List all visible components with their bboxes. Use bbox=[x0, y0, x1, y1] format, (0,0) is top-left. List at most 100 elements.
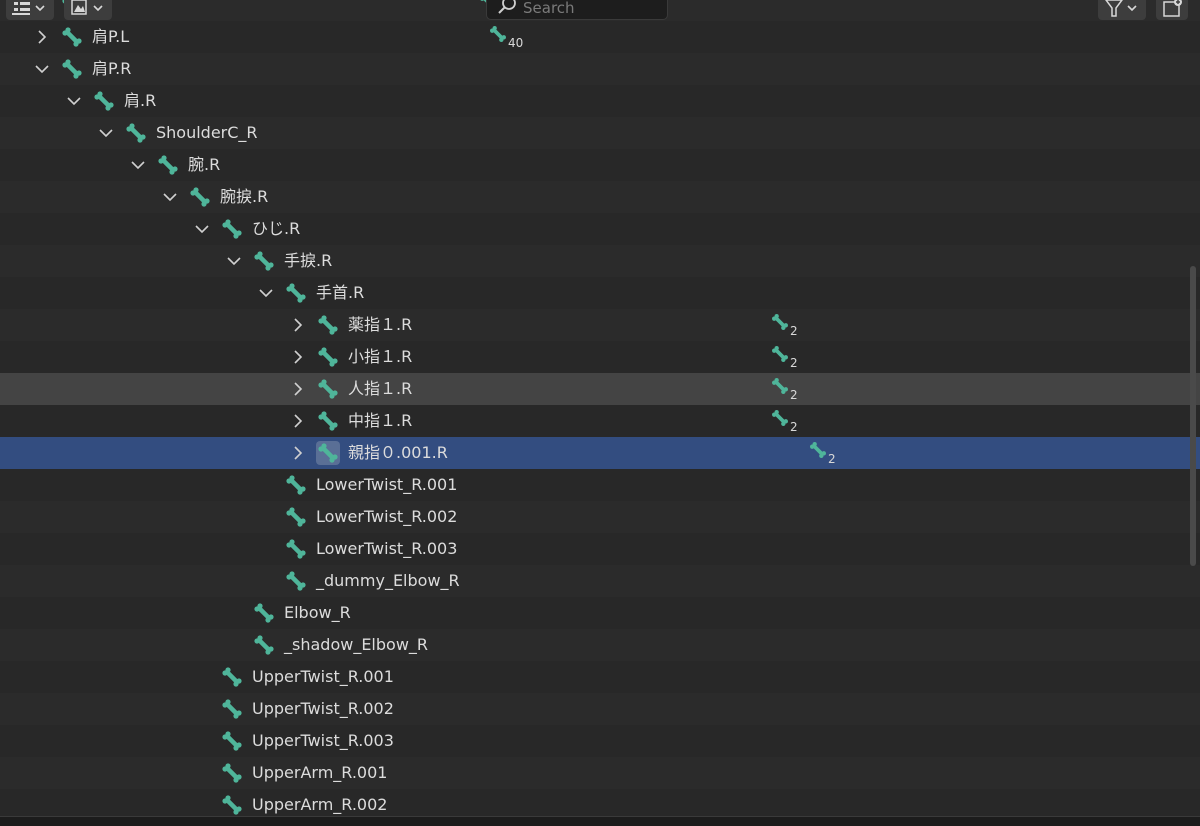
bone-icon-button[interactable] bbox=[284, 473, 308, 497]
outliner-display-mode-icon bbox=[12, 2, 45, 15]
tree-row[interactable]: 中指１.R 2 bbox=[0, 405, 1200, 437]
display-mode-dropdown[interactable] bbox=[6, 0, 54, 20]
expand-toggle[interactable] bbox=[290, 317, 306, 333]
tree-item-label: LowerTwist_R.001 bbox=[316, 475, 458, 494]
chevron-right-icon bbox=[294, 350, 303, 364]
child-bones-indicator[interactable]: 2 bbox=[808, 440, 842, 468]
bone-icon bbox=[222, 219, 242, 239]
chevron-down-icon bbox=[259, 289, 273, 298]
bone-icon bbox=[286, 283, 306, 303]
bone-icon-button[interactable] bbox=[220, 793, 244, 817]
filter-dropdown[interactable] bbox=[1098, 0, 1146, 20]
bone-icon-button[interactable] bbox=[284, 505, 308, 529]
bone-icon-button[interactable] bbox=[124, 121, 148, 145]
tree-row[interactable]: LowerTwist_R.002 bbox=[0, 501, 1200, 533]
tree-row[interactable]: Elbow_R bbox=[0, 597, 1200, 629]
bone-icon-button[interactable] bbox=[284, 537, 308, 561]
bone-icon-button[interactable] bbox=[60, 25, 84, 49]
expand-toggle[interactable] bbox=[290, 349, 306, 365]
filter-type-dropdown[interactable] bbox=[64, 0, 112, 20]
tree-row[interactable]: 手首.R bbox=[0, 277, 1200, 309]
tree-row[interactable]: _dummy_Elbow_R bbox=[0, 565, 1200, 597]
tree-row[interactable]: LowerTwist_R.001 bbox=[0, 469, 1200, 501]
expand-toggle[interactable] bbox=[98, 125, 114, 141]
child-bones-indicator[interactable]: 40 bbox=[488, 24, 523, 52]
chevron-down-icon bbox=[163, 193, 177, 202]
bone-icon-button[interactable] bbox=[316, 345, 340, 369]
expand-toggle[interactable] bbox=[226, 253, 242, 269]
bone-icon-button[interactable] bbox=[220, 217, 244, 241]
tree-row[interactable]: UpperTwist_R.003 bbox=[0, 725, 1200, 757]
tree-row[interactable]: 親指０.001.R 2 bbox=[0, 437, 1200, 469]
tree-row[interactable]: 肩.R bbox=[0, 85, 1200, 117]
vertical-scrollbar[interactable] bbox=[1190, 266, 1196, 566]
bone-icon-button[interactable] bbox=[316, 441, 340, 465]
bone-icon-button[interactable] bbox=[220, 761, 244, 785]
expand-toggle[interactable] bbox=[130, 157, 146, 173]
bone-icon bbox=[222, 731, 242, 751]
outliner-header bbox=[0, 0, 1200, 22]
tree-row[interactable]: UpperArm_R.001 bbox=[0, 757, 1200, 789]
expand-toggle[interactable] bbox=[66, 93, 82, 109]
tree-row[interactable]: 人指１.R 2 bbox=[0, 373, 1200, 405]
bone-icon-button[interactable] bbox=[252, 633, 276, 657]
bone-icon-button[interactable] bbox=[220, 697, 244, 721]
tree-row[interactable]: 肩P.L 40 bbox=[0, 21, 1200, 53]
bone-icon-button[interactable] bbox=[220, 729, 244, 753]
child-bones-indicator[interactable]: 2 bbox=[770, 376, 804, 404]
expand-toggle[interactable] bbox=[162, 189, 178, 205]
tree-row[interactable]: ShoulderC_R bbox=[0, 117, 1200, 149]
search-input[interactable] bbox=[521, 0, 665, 21]
tree-item-label: ひじ.R bbox=[252, 219, 301, 238]
tree-item-label: 小指１.R bbox=[348, 347, 413, 366]
expand-toggle[interactable] bbox=[194, 221, 210, 237]
expand-toggle[interactable] bbox=[290, 445, 306, 461]
expand-toggle[interactable] bbox=[290, 413, 306, 429]
bone-icon bbox=[286, 475, 306, 495]
bone-icon-button[interactable] bbox=[220, 665, 244, 689]
bone-icon-button[interactable] bbox=[156, 153, 180, 177]
bone-icon bbox=[772, 410, 788, 426]
bone-icon-button[interactable] bbox=[92, 89, 116, 113]
child-bones-indicator[interactable]: 2 bbox=[770, 312, 804, 340]
expand-toggle[interactable] bbox=[34, 61, 50, 77]
tree-row[interactable]: 小指１.R 2 bbox=[0, 341, 1200, 373]
expand-toggle[interactable] bbox=[34, 29, 50, 45]
bone-icon bbox=[286, 539, 306, 559]
new-collection-button[interactable] bbox=[1156, 0, 1188, 20]
tree-item-label: UpperTwist_R.002 bbox=[252, 699, 394, 718]
bone-icon-button[interactable] bbox=[188, 185, 212, 209]
bone-icon-button[interactable] bbox=[60, 57, 84, 81]
tree-row[interactable]: 腕.R bbox=[0, 149, 1200, 181]
tree-item-label: 肩P.R bbox=[92, 59, 132, 78]
expand-toggle[interactable] bbox=[290, 381, 306, 397]
tree-item-label: 手首.R bbox=[316, 283, 365, 302]
bone-icon-button[interactable] bbox=[252, 249, 276, 273]
chevron-down-icon bbox=[195, 225, 209, 234]
child-count: 2 bbox=[828, 452, 836, 466]
search-field[interactable] bbox=[486, 0, 668, 21]
tree-row[interactable]: 薬指１.R 2 bbox=[0, 309, 1200, 341]
bone-icon-button[interactable] bbox=[252, 601, 276, 625]
child-bones-indicator[interactable]: 2 bbox=[770, 408, 804, 436]
bone-icon bbox=[158, 155, 178, 175]
bone-icon-button[interactable] bbox=[316, 409, 340, 433]
tree-row[interactable]: 手捩.R bbox=[0, 245, 1200, 277]
tree-row[interactable]: ひじ.R bbox=[0, 213, 1200, 245]
child-bones-indicator[interactable]: 2 bbox=[770, 344, 804, 372]
tree-row[interactable]: UpperTwist_R.002 bbox=[0, 693, 1200, 725]
bone-icon bbox=[810, 442, 826, 458]
expand-toggle[interactable] bbox=[258, 285, 274, 301]
tree-row[interactable]: _shadow_Elbow_R bbox=[0, 629, 1200, 661]
bone-icon-button[interactable] bbox=[316, 377, 340, 401]
tree-row[interactable]: 腕捩.R bbox=[0, 181, 1200, 213]
data-filter-icon bbox=[71, 0, 103, 15]
tree-row[interactable]: UpperTwist_R.001 bbox=[0, 661, 1200, 693]
tree-row[interactable]: 肩P.R bbox=[0, 53, 1200, 85]
bone-icon-button[interactable] bbox=[316, 313, 340, 337]
bone-icon-button[interactable] bbox=[284, 569, 308, 593]
bone-icon-button[interactable] bbox=[284, 281, 308, 305]
child-count: 2 bbox=[790, 356, 798, 370]
chevron-down-icon bbox=[67, 97, 81, 106]
tree-row[interactable]: LowerTwist_R.003 bbox=[0, 533, 1200, 565]
